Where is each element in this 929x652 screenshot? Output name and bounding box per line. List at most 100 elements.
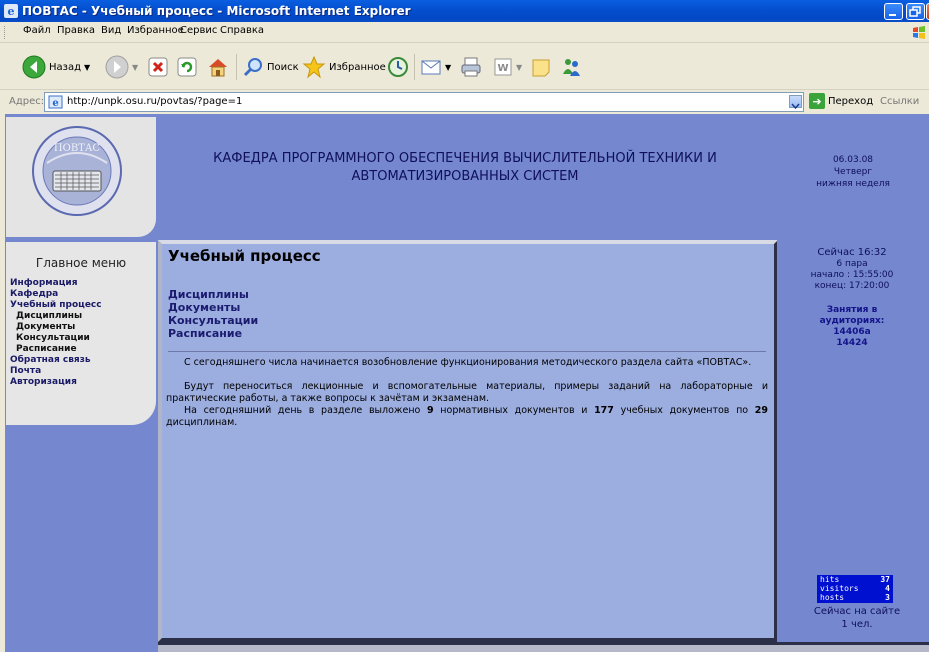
right-column: Сейчас 16:32 6 пара начало : 15:55:00 ко… [777, 240, 927, 642]
page-icon: e [48, 95, 63, 109]
content-link-disciplines[interactable]: Дисциплины [168, 288, 258, 301]
pair-end: конец: 17:20:00 [814, 281, 890, 291]
paragraph-2: Будут переноситься лекционные и вспомога… [166, 381, 768, 404]
week-type: нижняя неделя [816, 179, 890, 189]
maximize-button[interactable] [906, 3, 925, 20]
main-menu-list: Информация Кафедра Учебный процесс Дисци… [10, 278, 102, 388]
minimize-icon [889, 14, 896, 16]
messenger-icon [563, 59, 580, 76]
home-button[interactable] [207, 52, 229, 82]
forward-button[interactable]: ▼ [105, 52, 138, 82]
history-icon [388, 57, 408, 77]
mail-dropdown-icon[interactable]: ▼ [445, 63, 451, 72]
section-links: Дисциплины Документы Консультации Распис… [168, 288, 258, 340]
online-label: Сейчас на сайте [813, 606, 901, 617]
address-label: Адрес: [9, 96, 45, 107]
schedule-time-block: Сейчас 16:32 6 пара начало : 15:55:00 ко… [777, 246, 927, 292]
word-edit-icon: W [494, 58, 512, 76]
address-bar: Адрес: e http://unpk.osu.ru/povtas/?page… [0, 90, 929, 114]
content-link-schedule[interactable]: Расписание [168, 327, 258, 340]
hits-value: 37 [880, 575, 890, 584]
toolbar-grip[interactable] [4, 26, 7, 39]
mail-button[interactable]: ▼ [420, 52, 451, 82]
date-block: 06.03.08 Четверг нижняя неделя [793, 154, 913, 190]
stop-button[interactable] [148, 52, 168, 82]
visitors-label: visitors [820, 584, 859, 593]
content-link-documents[interactable]: Документы [168, 301, 258, 314]
address-input[interactable]: e http://unpk.osu.ru/povtas/?page=1 [44, 92, 804, 112]
favorites-button[interactable]: Избранное [302, 52, 386, 82]
page-viewport[interactable]: ПОВТАС Главное меню Информация Кафедра У… [5, 114, 929, 652]
menu-link-disciplines[interactable]: Дисциплины [10, 311, 102, 322]
menu-file[interactable]: Файл [23, 25, 51, 36]
content-bottom-border [158, 642, 929, 652]
room-item: 14406а [833, 327, 871, 337]
search-button[interactable]: Поиск [242, 52, 299, 82]
search-label: Поиск [267, 61, 299, 73]
visit-counter[interactable]: hits 37 visitors 4 hosts 3 [817, 575, 893, 603]
logo-text: ПОВТАС [54, 143, 101, 154]
content-link-consultations[interactable]: Консультации [168, 314, 258, 327]
search-icon [243, 58, 262, 77]
menu-link-mail[interactable]: Почта [10, 366, 102, 377]
main-content-panel: Учебный процесс Дисциплины Документы Кон… [158, 240, 778, 642]
menu-link-documents[interactable]: Документы [10, 322, 102, 333]
menu-favorites[interactable]: Избранное [127, 25, 184, 36]
print-button[interactable] [460, 52, 482, 82]
go-button[interactable]: ➜ Переход [809, 93, 873, 109]
menu-link-login[interactable]: Авторизация [10, 377, 102, 388]
refresh-button[interactable] [177, 52, 197, 82]
current-date: 06.03.08 [832, 155, 874, 165]
menu-link-schedule[interactable]: Расписание [10, 344, 102, 355]
links-button[interactable]: Ссылки [880, 96, 919, 107]
online-count: 1 чел. [841, 619, 873, 630]
stop-icon [148, 57, 168, 77]
svg-text:e: e [52, 98, 58, 109]
back-button[interactable]: Назад ▼ [22, 52, 90, 82]
main-menu-title: Главное меню [35, 256, 127, 270]
edit-dropdown-icon[interactable]: ▼ [516, 63, 522, 72]
refresh-icon [177, 57, 197, 77]
site-logo[interactable]: ПОВТАС [31, 125, 123, 217]
discuss-button[interactable] [530, 52, 552, 82]
svg-text:W: W [497, 63, 508, 74]
content-divider [168, 351, 766, 352]
go-arrow-icon: ➜ [809, 93, 825, 109]
online-users: Сейчас на сайте 1 чел. [777, 605, 929, 631]
address-dropdown-button[interactable] [789, 95, 802, 110]
menu-link-consultations[interactable]: Консультации [10, 333, 102, 344]
menu-link-feedback[interactable]: Обратная связь [10, 355, 102, 366]
menu-link-study-process[interactable]: Учебный процесс [10, 300, 102, 311]
main-menu-panel: Главное меню Информация Кафедра Учебный … [6, 242, 156, 425]
menu-edit[interactable]: Правка [57, 25, 95, 36]
windows-logo-icon [913, 26, 925, 39]
history-button[interactable] [387, 52, 409, 82]
menu-link-info[interactable]: Информация [10, 278, 102, 289]
logo-panel: ПОВТАС [6, 117, 156, 237]
menu-view[interactable]: Вид [101, 25, 121, 36]
hits-label: hits [820, 575, 840, 584]
room-item: 14424 [836, 338, 868, 348]
forward-dropdown-icon[interactable]: ▼ [132, 63, 138, 72]
messenger-button[interactable] [560, 52, 582, 82]
chevron-down-icon [791, 103, 800, 110]
visitors-value: 4 [885, 584, 890, 593]
menu-link-department[interactable]: Кафедра [10, 289, 102, 300]
paragraph-3: На сегодняшний день в разделе выложено 9… [166, 405, 768, 428]
back-label: Назад [49, 61, 82, 73]
go-label: Переход [828, 95, 874, 107]
restore-icon [909, 6, 921, 17]
forward-arrow-icon [105, 55, 129, 79]
hosts-label: hosts [820, 593, 845, 602]
rooms-title: Занятия в аудиториях: [819, 305, 885, 326]
pair-start: начало : 15:55:00 [810, 270, 894, 280]
current-weekday: Четверг [833, 167, 873, 177]
rooms-block: Занятия в аудиториях: 14406а 14424 [777, 305, 927, 349]
edit-button[interactable]: W ▼ [493, 52, 522, 82]
back-dropdown-icon[interactable]: ▼ [84, 63, 90, 72]
menu-tools[interactable]: Сервис [180, 25, 217, 36]
menu-help[interactable]: Справка [220, 25, 264, 36]
minimize-button[interactable] [884, 3, 903, 20]
current-pair: 6 пара [836, 259, 868, 269]
title-bar[interactable]: e ПОВТАС - Учебный процесс - Microsoft I… [0, 0, 929, 22]
